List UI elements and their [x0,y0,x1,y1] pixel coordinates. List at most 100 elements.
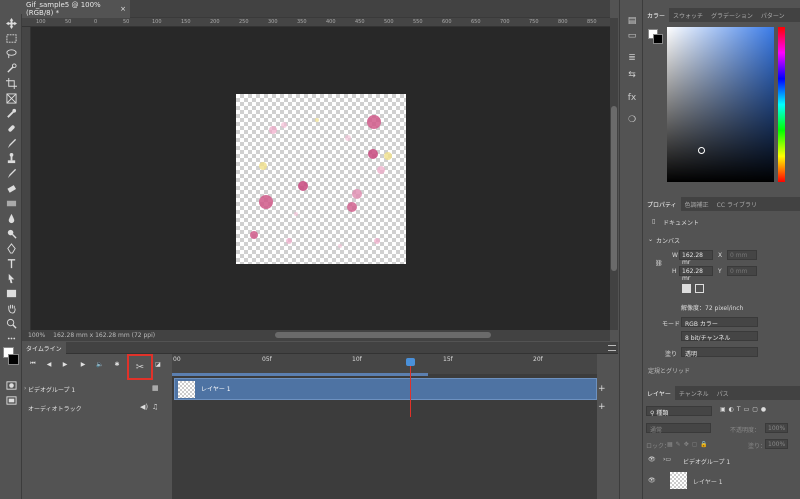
playhead-line[interactable] [410,362,411,417]
pen-tool-icon[interactable] [4,243,18,254]
play-icon[interactable]: ▶︎ [60,359,70,369]
eyedropper-tool-icon[interactable] [4,108,18,119]
fx-styles-icon[interactable]: fx [625,93,639,105]
lock-icons[interactable]: ▦✎✥▢🔒 [667,441,711,448]
first-frame-icon[interactable]: ⏮ [28,359,38,369]
tab-properties[interactable]: プロパティ [643,197,681,211]
vertical-scroll-thumb[interactable] [611,106,617,271]
brush-settings-icon[interactable]: ❍ [625,115,639,127]
width-field[interactable]: 162.28 mr [679,250,713,266]
tab-layers[interactable]: レイヤー [643,386,675,400]
expand-arrow-icon[interactable]: › [24,385,26,392]
background-color-swatch[interactable] [8,354,19,365]
color-field[interactable] [667,27,774,182]
rulers-grids-header[interactable]: 定規とグリッド [648,366,690,375]
brush-tool-icon[interactable] [4,138,18,149]
comment-icon[interactable]: ▭ [625,31,639,43]
layer-row-layer-1[interactable]: 👁 レイヤー 1 [643,470,800,492]
timeline-tab[interactable]: タイムライン [22,342,66,354]
ruler-mark: 100 [152,19,162,25]
y-field[interactable]: 0 mm [727,266,757,276]
link-icon[interactable]: ⛓ [655,260,663,267]
audio-track-label[interactable]: オーディオトラック [28,404,82,413]
video-clip-layer-1[interactable]: レイヤー 1 [174,378,597,400]
canvas-section-arrow-icon[interactable]: ⌄ [648,236,653,243]
close-tab-icon[interactable]: × [120,5,126,13]
more-tools-icon[interactable] [4,333,18,344]
next-frame-icon[interactable]: ▶︎ [78,359,88,369]
eraser-tool-icon[interactable] [4,183,18,194]
visibility-eye-icon[interactable]: 👁 [648,477,656,484]
opacity-field[interactable]: 100% [765,423,788,433]
tab-adjustments[interactable]: 色調補正 [681,197,713,211]
tab-swatches[interactable]: スウォッチ [669,8,707,22]
x-field[interactable]: 0 mm [727,250,757,260]
transition-icon[interactable]: ◪ [153,359,163,369]
history-brush-tool-icon[interactable] [4,168,18,179]
music-note-icon[interactable]: ♫ [152,403,158,411]
tab-cc-libraries[interactable]: CC ライブラリ [713,197,761,211]
horizontal-scroll-thumb[interactable] [275,332,491,338]
marquee-tool-icon[interactable] [4,33,18,44]
zoom-tool-icon[interactable] [4,318,18,329]
path-select-tool-icon[interactable] [4,273,18,284]
lasso-tool-icon[interactable] [4,48,18,59]
playhead-handle[interactable] [406,358,415,366]
adjustments-icon[interactable]: ≣ [625,53,639,65]
split-at-playhead-button[interactable]: ✂ [127,354,153,380]
layer-comps-icon[interactable]: ⇆ [625,70,639,82]
type-tool-icon[interactable] [4,258,18,269]
film-icon[interactable]: ▦ [152,384,159,392]
frame-tool-icon[interactable] [4,93,18,104]
crop-tool-icon[interactable] [4,78,18,89]
tab-gradients[interactable]: グラデーション [707,8,757,22]
video-group-label[interactable]: ビデオグループ 1 [28,385,75,394]
document-canvas[interactable] [236,94,406,264]
landscape-orientation-icon[interactable] [695,284,704,293]
gradient-tool-icon[interactable] [4,198,18,209]
work-area-bar[interactable] [172,373,428,376]
tab-channels[interactable]: チャンネル [675,386,713,400]
clone-stamp-tool-icon[interactable] [4,153,18,164]
blend-mode-select[interactable]: 通常 [646,423,711,434]
screen-mode-icon[interactable] [4,395,18,406]
bit-depth-select[interactable]: 8 bit/チャンネル [681,331,758,342]
height-field[interactable]: 162.28 mr [679,266,713,282]
document-tab[interactable]: Gif_sample5 @ 100% (RGB/8) * × [22,0,130,18]
add-media-button[interactable]: + [598,384,606,394]
layer-filter-icons[interactable]: ▣◐T▭▢● [720,406,769,413]
color-bg-swatch[interactable] [653,34,663,44]
healing-brush-tool-icon[interactable] [4,123,18,134]
portrait-orientation-icon[interactable] [682,284,691,293]
frame-mark-15: 15f [443,356,453,363]
color-picker-marker[interactable] [698,147,705,154]
document-size-info[interactable]: 162.28 mm x 162.28 mm (72 ppi) [53,332,155,339]
tab-color[interactable]: カラー [643,8,670,22]
hand-tool-icon[interactable] [4,303,18,314]
tab-patterns[interactable]: パターン [757,8,789,22]
blur-tool-icon[interactable] [4,213,18,224]
previous-frame-icon[interactable]: ◀︎ [44,359,54,369]
tab-paths[interactable]: パス [713,386,733,400]
move-tool-icon[interactable] [4,18,18,29]
canvas-header[interactable]: カンバス [656,236,680,245]
dodge-tool-icon[interactable] [4,228,18,239]
ruler-mark: 50 [123,19,130,25]
visibility-eye-icon[interactable]: 👁 [648,456,656,463]
quick-select-tool-icon[interactable] [4,63,18,74]
rectangle-tool-icon[interactable] [4,288,18,299]
quick-mask-icon[interactable] [4,380,18,391]
timeline-menu-icon[interactable] [608,345,616,351]
add-audio-button[interactable]: + [598,402,606,412]
mode-select[interactable]: RGB カラー [681,317,758,328]
settings-gear-icon[interactable]: ✱ [112,359,122,369]
layer-row-video-group[interactable]: 👁 ›▭ ビデオグループ 1 [643,452,800,469]
layer-filter-select[interactable]: ⚲ 種類 [646,406,712,417]
mute-audio-icon[interactable]: ◀︎) [140,403,148,411]
fill-opacity-field[interactable]: 100% [765,439,788,449]
hue-slider[interactable] [778,27,785,182]
history-icon[interactable]: ▤ [625,16,639,28]
zoom-level[interactable]: 100% [28,332,45,339]
fill-select[interactable]: 透明 [681,347,758,358]
audio-mute-icon[interactable]: 🔈 [95,359,105,369]
